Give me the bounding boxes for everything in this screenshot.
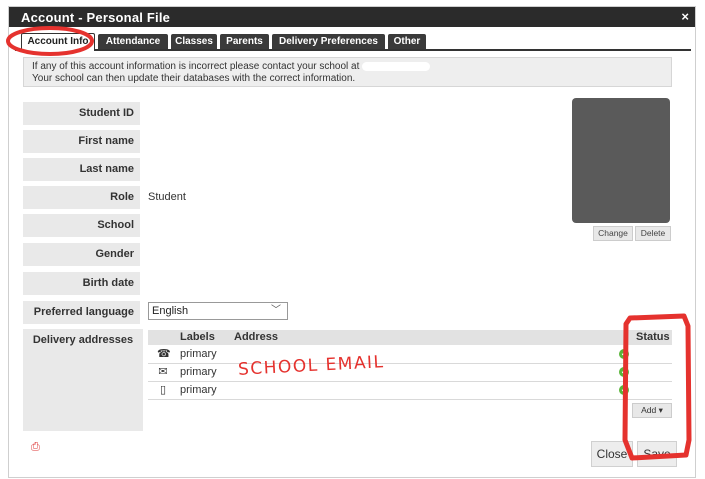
change-photo-button[interactable]: Change	[593, 226, 633, 241]
label-role: Role	[23, 186, 140, 209]
delete-photo-button[interactable]: Delete	[635, 226, 671, 241]
tab-other[interactable]: Other	[388, 34, 426, 49]
close-icon[interactable]: ×	[681, 9, 689, 24]
tab-classes[interactable]: Classes	[171, 34, 217, 49]
label-last-name: Last name	[23, 158, 140, 181]
label-birth-date: Birth date	[23, 272, 140, 295]
redacted-address	[448, 368, 608, 377]
tab-delivery-preferences[interactable]: Delivery Preferences	[272, 34, 385, 49]
phone-icon: ☎	[157, 348, 171, 360]
value-role: Student	[148, 191, 186, 203]
label-gender: Gender	[23, 243, 140, 266]
delivery-table-header: Labels Address Status	[148, 330, 672, 345]
label-first-name: First name	[23, 130, 140, 153]
label-delivery-addresses: Delivery addresses	[23, 329, 143, 431]
info-notice: If any of this account information is in…	[23, 57, 672, 87]
table-row[interactable]: ✉ primary ✓	[148, 364, 672, 382]
tab-strip: Account Info Attendance Classes Parents …	[15, 31, 691, 51]
titlebar: Account - Personal File ×	[9, 7, 695, 27]
student-photo	[572, 98, 670, 223]
check-icon: ✓	[619, 385, 629, 395]
redacted-address	[308, 386, 468, 395]
label-school: School	[23, 214, 140, 237]
row-label: primary	[180, 348, 217, 360]
tab-account-info[interactable]: Account Info	[21, 33, 95, 51]
language-value: English	[152, 305, 189, 317]
notice-line-1: If any of this account information is in…	[32, 61, 360, 72]
chevron-down-icon: ﹀	[271, 305, 281, 316]
notice-line-2: Your school can then update their databa…	[32, 73, 356, 84]
mobile-icon: ▯	[159, 384, 167, 396]
table-row[interactable]: ▯ primary ✓	[148, 382, 672, 400]
header-status: Status	[636, 331, 670, 343]
header-address: Address	[234, 331, 279, 343]
add-address-button[interactable]: Add ▾	[632, 403, 672, 418]
row-label: primary	[180, 366, 217, 378]
pdf-icon[interactable]: ⎙	[31, 441, 40, 454]
left-edge	[0, 0, 8, 479]
redacted-contact	[362, 61, 431, 71]
language-select[interactable]: English ﹀	[148, 302, 288, 320]
envelope-icon: ✉	[158, 366, 168, 378]
label-preferred-language: Preferred language	[23, 301, 140, 324]
tab-parents[interactable]: Parents	[220, 34, 269, 49]
dialog-title: Account - Personal File	[21, 10, 171, 25]
save-button[interactable]: Save	[637, 441, 677, 467]
table-row[interactable]: ☎ primary ✓	[148, 346, 672, 364]
check-icon: ✓	[619, 349, 629, 359]
check-icon: ✓	[619, 367, 629, 377]
tab-attendance[interactable]: Attendance	[98, 34, 168, 49]
row-label: primary	[180, 384, 217, 396]
label-student-id: Student ID	[23, 102, 140, 125]
header-labels: Labels	[180, 331, 215, 343]
close-button[interactable]: Close	[591, 441, 633, 467]
